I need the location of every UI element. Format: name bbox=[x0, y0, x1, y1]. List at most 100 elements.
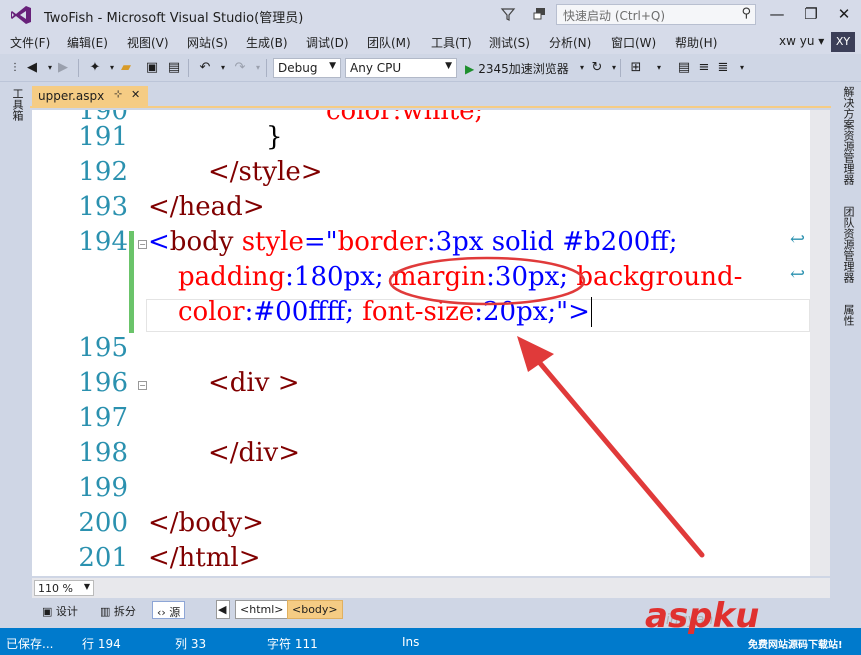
minimize-button[interactable]: — bbox=[760, 0, 794, 28]
format-document-icon[interactable]: ▤ bbox=[676, 60, 692, 76]
solution-configuration-value: Debug bbox=[278, 61, 318, 75]
zoom-select[interactable]: 110 % ▼ bbox=[34, 580, 94, 596]
code-token: background- bbox=[568, 262, 743, 292]
source-label: 源 bbox=[169, 606, 181, 619]
solution-configuration-select[interactable]: Debug ▼ bbox=[273, 58, 341, 78]
collapse-toggle-icon[interactable]: − bbox=[138, 240, 147, 249]
close-tab-icon[interactable]: ✕ bbox=[131, 88, 140, 101]
tab-upper-aspx[interactable]: upper.aspx ⊹ ✕ bbox=[32, 86, 148, 108]
menu-help[interactable]: 帮助(H) bbox=[675, 34, 717, 51]
toolbar-separator bbox=[78, 59, 79, 77]
search-icon[interactable]: ⚲ bbox=[741, 6, 751, 21]
menu-file[interactable]: 文件(F) bbox=[10, 34, 50, 51]
window-title: TwoFish - Microsoft Visual Studio(管理员) bbox=[44, 11, 304, 26]
code-line: 198 </div> bbox=[32, 438, 830, 473]
browser-link-icon[interactable]: ⊞ bbox=[628, 60, 644, 76]
uncomment-icon[interactable]: ≣ bbox=[715, 60, 731, 76]
line-number: 192 bbox=[78, 157, 128, 187]
menu-window[interactable]: 窗口(W) bbox=[611, 34, 656, 51]
pin-icon[interactable]: ⊹ bbox=[114, 89, 122, 100]
breadcrumb-html[interactable]: <html> bbox=[235, 600, 289, 619]
code-line: 191 } bbox=[32, 122, 830, 157]
start-debugging-button[interactable]: ▶ 2345加速浏览器 bbox=[465, 60, 569, 77]
breadcrumb-body[interactable]: <body> bbox=[287, 600, 343, 619]
scrollbar-thumb[interactable] bbox=[815, 110, 825, 576]
code-token: font-size bbox=[362, 297, 475, 327]
code-line: 193 </head> bbox=[32, 192, 830, 227]
navigate-back-icon[interactable]: ◀ bbox=[24, 60, 40, 76]
design-label: 设计 bbox=[55, 605, 78, 618]
design-view-button[interactable]: ▣ 设计 bbox=[38, 601, 82, 619]
toolbar-grip-icon: ⋮ bbox=[10, 62, 20, 73]
solution-explorer-tab[interactable]: 解决方案资源管理器 bbox=[840, 86, 856, 185]
menu-bar: 文件(F) 编辑(E) 视图(V) 网站(S) 生成(B) 调试(D) 团队(M… bbox=[0, 30, 861, 54]
chevron-down-icon: ▼ bbox=[329, 61, 336, 71]
line-number: 198 bbox=[78, 438, 128, 468]
quick-launch-input[interactable]: 快速启动 (Ctrl+Q) ⚲ bbox=[556, 4, 756, 25]
undo-icon[interactable]: ↶ bbox=[197, 60, 213, 76]
vertical-scrollbar[interactable] bbox=[810, 110, 830, 576]
code-text: padding:180px; margin:30px; background- bbox=[178, 262, 742, 292]
toolbox-tab[interactable]: 工具箱 bbox=[9, 88, 25, 121]
menu-debug[interactable]: 调试(D) bbox=[306, 34, 349, 51]
feedback-filter-icon[interactable] bbox=[500, 6, 516, 22]
code-editor[interactable]: 190 color:white; 191 } 192 </style> 193 … bbox=[32, 110, 830, 576]
code-text: </body> bbox=[148, 508, 264, 538]
menu-view[interactable]: 视图(V) bbox=[127, 34, 169, 51]
toolbar-separator bbox=[266, 59, 267, 77]
properties-tab[interactable]: 属性 bbox=[840, 304, 856, 326]
line-number: 201 bbox=[78, 543, 128, 573]
avatar[interactable]: XY bbox=[831, 32, 855, 52]
watermark-tagline: 免费网站源码下载站! bbox=[748, 640, 843, 651]
refresh-icon[interactable]: ↻ bbox=[589, 60, 605, 76]
split-label: 拆分 bbox=[113, 605, 136, 618]
close-window-button[interactable]: ✕ bbox=[827, 0, 861, 28]
design-icon: ▣ bbox=[42, 605, 56, 618]
notifications-icon[interactable] bbox=[532, 6, 548, 22]
redo-dropdown-icon[interactable]: ▾ bbox=[250, 60, 266, 76]
title-bar: TwoFish - Microsoft Visual Studio(管理员) 快… bbox=[0, 0, 861, 30]
source-view-button[interactable]: ‹› 源 bbox=[152, 601, 186, 619]
user-account-menu[interactable]: xw yu ▾ bbox=[779, 34, 824, 48]
code-text: <div > bbox=[208, 368, 300, 398]
code-line: 200 </body> bbox=[32, 508, 830, 543]
right-tool-strip: 解决方案资源管理器 团队资源管理器 属性 bbox=[831, 82, 861, 628]
redo-icon[interactable]: ↷ bbox=[232, 60, 248, 76]
restore-button[interactable]: ❐ bbox=[794, 0, 828, 28]
split-view-button[interactable]: ▥ 拆分 bbox=[96, 601, 140, 619]
toolbar-options-icon[interactable]: ▾ bbox=[651, 60, 667, 76]
breadcrumb-back-icon[interactable]: ◀ bbox=[216, 600, 230, 619]
watermark-logo: aspku bbox=[645, 596, 760, 636]
undo-dropdown-icon[interactable]: ▾ bbox=[215, 60, 231, 76]
code-token: body bbox=[169, 227, 234, 257]
code-text: </html> bbox=[148, 543, 261, 573]
menu-test[interactable]: 测试(S) bbox=[489, 34, 530, 51]
solution-platform-select[interactable]: Any CPU ▼ bbox=[345, 58, 457, 78]
code-text: </div> bbox=[208, 438, 300, 468]
word-wrap-icon: ↩ bbox=[790, 229, 806, 250]
menu-analyze[interactable]: 分析(N) bbox=[549, 34, 591, 51]
start-browser-label: 2345加速浏览器 bbox=[478, 62, 569, 76]
team-explorer-tab[interactable]: 团队资源管理器 bbox=[840, 206, 856, 283]
menu-edit[interactable]: 编辑(E) bbox=[67, 34, 108, 51]
quick-launch-placeholder: 快速启动 (Ctrl+Q) bbox=[563, 9, 666, 23]
code-line: 196 − <div > bbox=[32, 368, 830, 403]
browser-dropdown-icon[interactable]: ▾ bbox=[574, 60, 590, 76]
status-state: 已保存... bbox=[6, 637, 54, 651]
toolbar-overflow-icon[interactable]: ▾ bbox=[734, 60, 750, 76]
toolbar-separator bbox=[620, 59, 621, 77]
save-all-icon[interactable]: ▤ bbox=[166, 60, 182, 76]
code-line: 197 bbox=[32, 403, 830, 438]
open-file-icon[interactable]: ▰ bbox=[118, 60, 134, 76]
code-token: "> bbox=[556, 297, 590, 327]
collapse-toggle-icon[interactable]: − bbox=[138, 381, 147, 390]
new-project-icon[interactable]: ✦ bbox=[87, 60, 103, 76]
menu-website[interactable]: 网站(S) bbox=[187, 34, 228, 51]
comment-icon[interactable]: ≡ bbox=[696, 60, 712, 76]
code-text: color:#00ffff; font-size:20px;">​ bbox=[178, 297, 592, 327]
menu-build[interactable]: 生成(B) bbox=[246, 34, 288, 51]
menu-tools[interactable]: 工具(T) bbox=[431, 34, 472, 51]
navigate-forward-icon[interactable]: ▶ bbox=[55, 60, 71, 76]
save-icon[interactable]: ▣ bbox=[144, 60, 160, 76]
menu-team[interactable]: 团队(M) bbox=[367, 34, 411, 51]
